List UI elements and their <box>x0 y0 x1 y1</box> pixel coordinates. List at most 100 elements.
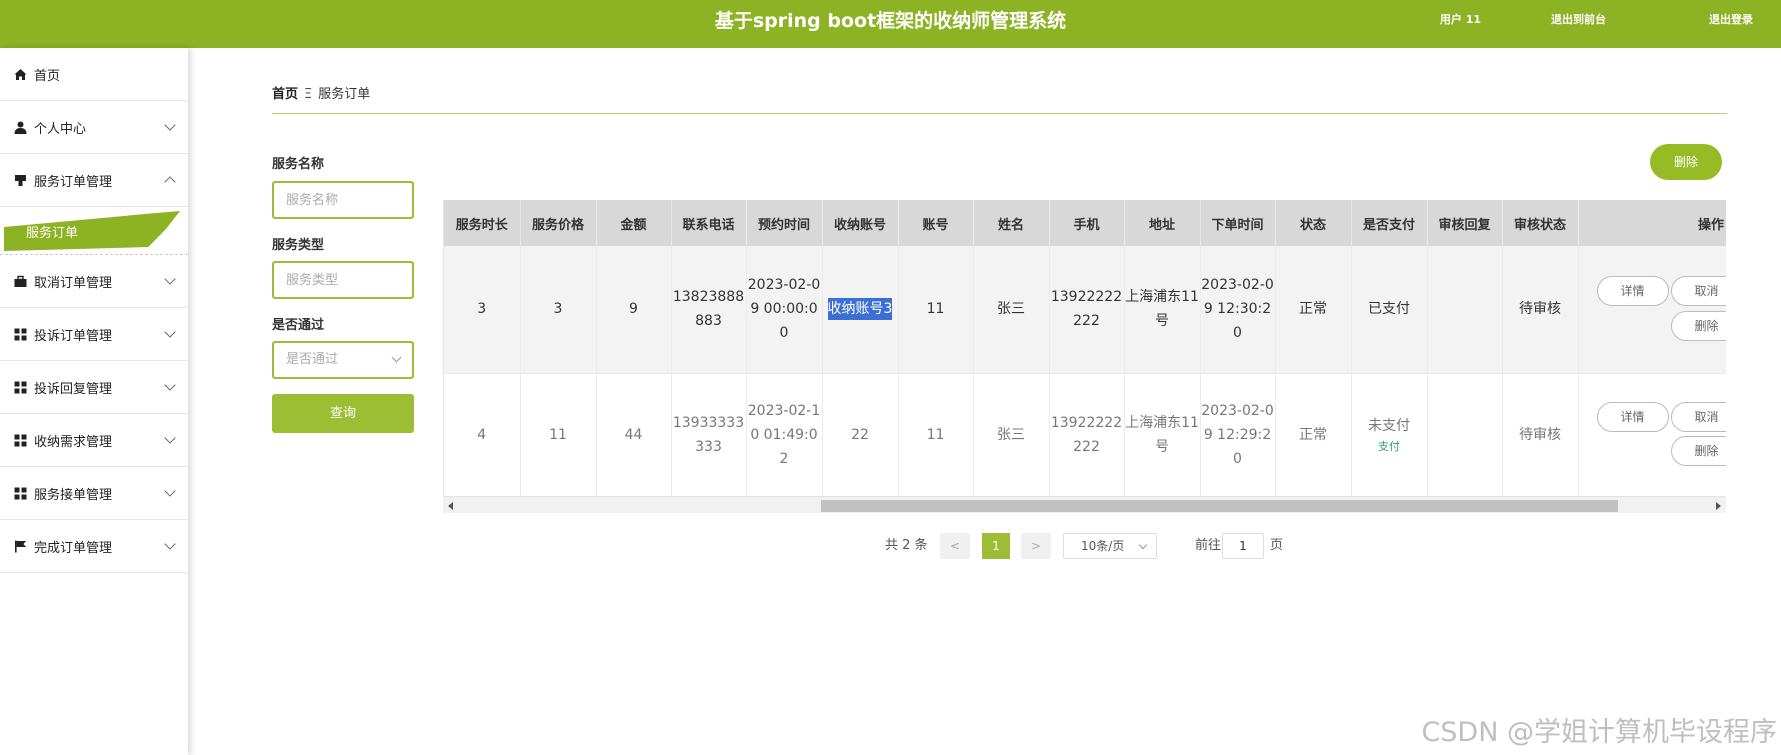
page-number-current[interactable]: 1 <box>982 533 1010 559</box>
sidebar-item-label: 投诉订单管理 <box>34 328 113 344</box>
column-header: 预约时间 <box>746 200 823 246</box>
cancel-button[interactable]: 取消 <box>1670 401 1726 432</box>
sidebar-item-label: 取消订单管理 <box>34 275 113 291</box>
chevron-down-icon <box>1138 540 1148 550</box>
cell-phone: 13933333333 <box>671 373 747 498</box>
sidebar: 首页 个人中心 服务订单管理 服务订单 取消订单管理 投诉订单管理 投诉回复管理… <box>0 48 188 755</box>
sidebar-item-label: 服务接单管理 <box>34 487 113 503</box>
cell-order-time: 2023-02-09 12:30:20 <box>1200 246 1276 374</box>
cell-name: 张三 <box>973 373 1050 498</box>
grid-icon <box>14 487 27 500</box>
sidebar-item-storage-needs[interactable]: 收纳需求管理 <box>0 414 188 467</box>
breadcrumb-separator: Ξ <box>304 87 313 102</box>
watermark: CSDN @学姐计算机毕设程序 <box>1421 717 1777 748</box>
chevron-down-icon <box>164 485 176 497</box>
column-header: 收纳账号 <box>822 200 899 246</box>
next-page-button[interactable]: > <box>1021 533 1051 559</box>
cell-reply <box>1427 246 1503 374</box>
pay-link[interactable]: 支付 <box>1352 438 1427 456</box>
cell-duration: 4 <box>444 373 521 498</box>
column-header: 审核状态 <box>1502 200 1579 246</box>
query-button[interactable]: 查询 <box>272 394 414 433</box>
service-type-input[interactable] <box>272 261 414 299</box>
row-delete-button[interactable]: 删除 <box>1670 435 1726 466</box>
cell-address: 上海浦东11号 <box>1124 373 1201 498</box>
column-header: 姓名 <box>973 200 1050 246</box>
scrollbar-thumb[interactable] <box>821 500 1618 512</box>
column-header: 地址 <box>1124 200 1201 246</box>
cell-paid: 未支付 支付 <box>1351 373 1428 498</box>
goto-prefix: 前往 <box>1195 538 1222 553</box>
sidebar-item-label: 投诉回复管理 <box>34 381 113 397</box>
chevron-down-icon <box>164 379 176 391</box>
user-icon <box>14 121 27 134</box>
cell-organizer-account: 收纳账号3 <box>822 246 899 374</box>
delete-button[interactable]: 删除 <box>1650 144 1722 180</box>
sidebar-subitem-service-order[interactable]: 服务订单 <box>0 207 188 255</box>
orders-table: 服务时长 服务价格 金额 联系电话 预约时间 收纳账号 账号 姓名 手机 地址 … <box>443 200 1726 514</box>
prev-page-button[interactable]: < <box>940 533 970 559</box>
page-size-select[interactable]: 10条/页 <box>1063 533 1157 559</box>
column-header: 金额 <box>596 200 672 246</box>
pass-status-select[interactable]: 是否通过 <box>272 341 414 379</box>
service-name-label: 服务名称 <box>272 157 325 172</box>
scroll-right-arrow-icon[interactable] <box>1716 502 1721 510</box>
breadcrumb: 首页 Ξ 服务订单 <box>272 83 370 102</box>
cell-appt-time: 2023-02-09 00:00:00 <box>746 246 823 374</box>
chevron-down-icon <box>164 538 176 550</box>
logout-link[interactable]: 退出登录 <box>1709 0 1753 40</box>
chevron-down-icon <box>391 352 402 363</box>
sidebar-item-complaint-orders[interactable]: 投诉订单管理 <box>0 308 188 361</box>
column-header: 手机 <box>1049 200 1125 246</box>
top-header: 基于spring boot框架的收纳师管理系统 用户 11 退出到前台 退出登录 <box>0 0 1781 48</box>
sidebar-item-home[interactable]: 首页 <box>0 48 188 101</box>
sidebar-subitem-label: 服务订单 <box>26 226 79 241</box>
cell-order-time: 2023-02-09 12:29:20 <box>1200 373 1276 498</box>
table-row: 4 11 44 13933333333 2023-02-10 01:49:02 … <box>444 373 1726 498</box>
column-header: 操作 <box>1578 200 1726 246</box>
cell-price: 3 <box>520 246 597 374</box>
sidebar-item-profile[interactable]: 个人中心 <box>0 101 188 154</box>
chevron-up-icon <box>164 176 176 188</box>
sidebar-item-label: 完成订单管理 <box>34 540 113 556</box>
sidebar-item-label: 首页 <box>34 68 61 84</box>
horizontal-scrollbar[interactable] <box>443 496 1726 513</box>
breadcrumb-home[interactable]: 首页 <box>272 87 298 102</box>
column-header: 是否支付 <box>1351 200 1428 246</box>
column-header: 服务时长 <box>444 200 521 246</box>
breadcrumb-current: 服务订单 <box>318 87 371 102</box>
pagination-total: 共 2 条 <box>885 538 928 553</box>
sidebar-item-complaint-replies[interactable]: 投诉回复管理 <box>0 361 188 414</box>
back-to-frontend-link[interactable]: 退出到前台 <box>1551 0 1606 40</box>
cell-actions: 详情 取消 删除 <box>1578 373 1726 498</box>
sidebar-item-service-orders[interactable]: 服务订单管理 <box>0 154 188 207</box>
table-row: 3 3 9 13823888883 2023-02-09 00:00:00 收纳… <box>444 246 1726 374</box>
service-name-input[interactable] <box>272 181 414 219</box>
current-user: 用户 11 <box>1439 13 1481 26</box>
flag-icon <box>14 540 27 553</box>
cell-paid: 已支付 <box>1351 246 1428 374</box>
cell-duration: 3 <box>444 246 521 374</box>
cell-actions: 详情 取消 删除 <box>1578 246 1726 374</box>
sidebar-item-completed-orders[interactable]: 完成订单管理 <box>0 520 188 573</box>
sidebar-item-service-accept[interactable]: 服务接单管理 <box>0 467 188 520</box>
sidebar-item-label: 服务订单管理 <box>34 174 113 190</box>
row-delete-button[interactable]: 删除 <box>1670 311 1726 341</box>
app-title: 基于spring boot框架的收纳师管理系统 <box>714 10 1067 32</box>
sidebar-item-label: 个人中心 <box>34 121 87 137</box>
cell-amount: 44 <box>596 373 672 498</box>
service-type-label: 服务类型 <box>272 238 325 253</box>
chevron-down-icon <box>164 119 176 131</box>
cell-organizer-account: 22 <box>822 373 899 498</box>
cancel-button[interactable]: 取消 <box>1670 276 1726 306</box>
detail-button[interactable]: 详情 <box>1596 401 1669 432</box>
cell-mobile: 13922222222 <box>1049 246 1125 374</box>
sidebar-item-cancel-orders[interactable]: 取消订单管理 <box>0 255 188 308</box>
column-header: 审核回复 <box>1427 200 1503 246</box>
cell-review: 待审核 <box>1502 373 1579 498</box>
chevron-down-icon <box>164 432 176 444</box>
cell-phone: 13823888883 <box>671 246 747 374</box>
goto-page-input[interactable] <box>1222 533 1264 559</box>
detail-button[interactable]: 详情 <box>1596 276 1669 306</box>
scroll-left-arrow-icon[interactable] <box>448 502 453 510</box>
